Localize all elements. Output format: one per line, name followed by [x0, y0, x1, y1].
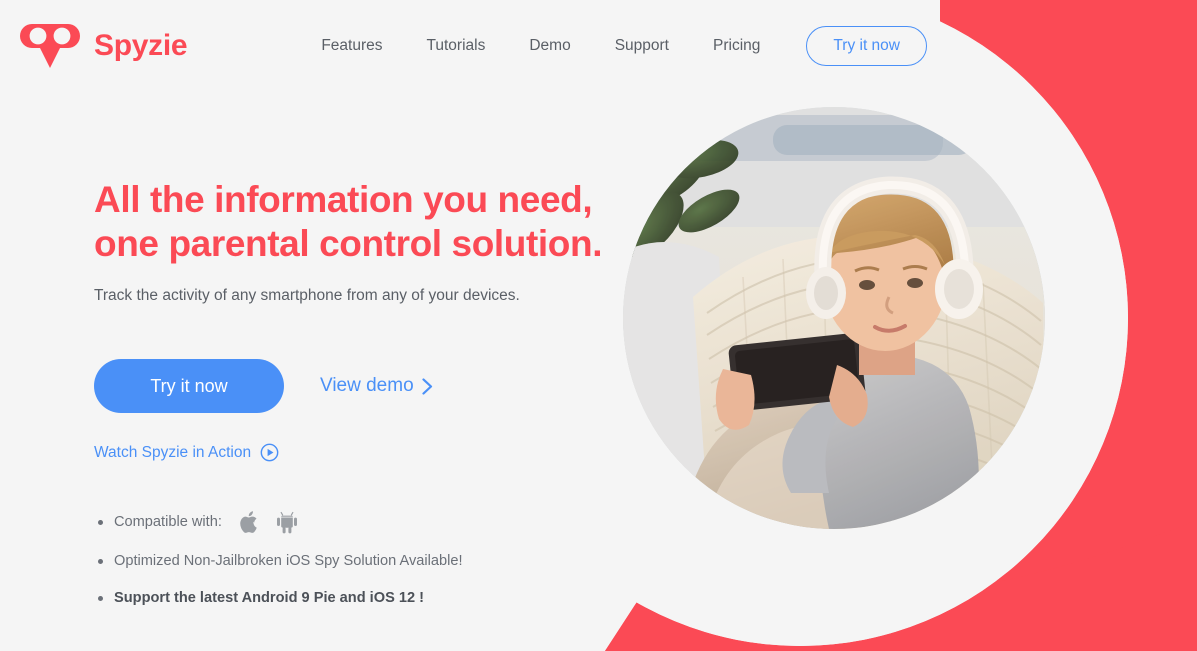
hero-title: All the information you need, one parent…: [94, 178, 614, 265]
spyzie-owl-eyes-logo-icon: [20, 24, 80, 68]
feature-item-label: Compatible with:: [114, 513, 222, 530]
brand-name: Spyzie: [94, 29, 188, 62]
feature-list: Compatible with: Optimized Non-Jailbroke…: [94, 510, 614, 608]
apple-icon: [240, 511, 257, 533]
nav-item-tutorials[interactable]: Tutorials: [404, 30, 507, 62]
nav-item-support[interactable]: Support: [593, 30, 691, 62]
nav-try-it-now-button[interactable]: Try it now: [806, 26, 927, 66]
view-demo-label: View demo: [320, 375, 414, 396]
main-navigation: Features Tutorials Demo Support Pricing …: [299, 26, 927, 66]
hero-title-line-1: All the information you need,: [94, 179, 593, 220]
landing-page: Spyzie Features Tutorials Demo Support P…: [0, 0, 1197, 651]
feature-item-compatible: Compatible with:: [94, 510, 614, 534]
feature-item-label: Support the latest Android 9 Pie and iOS…: [114, 589, 425, 606]
watch-in-action-link[interactable]: Watch Spyzie in Action: [94, 443, 279, 462]
hero-title-line-2: one parental control solution.: [94, 222, 603, 264]
view-demo-link[interactable]: View demo: [320, 375, 433, 397]
chevron-right-icon: [422, 377, 432, 395]
hero-section: All the information you need, one parent…: [94, 178, 614, 626]
hero-photo: [623, 107, 1045, 529]
site-header: Spyzie Features Tutorials Demo Support P…: [0, 0, 1197, 92]
feature-item-jailbroken: Optimized Non-Jailbroken iOS Spy Solutio…: [94, 552, 614, 571]
android-icon: [276, 511, 297, 534]
feature-item-label: Optimized Non-Jailbroken iOS Spy Solutio…: [114, 553, 463, 569]
hero-cta-row: Try it now View demo: [94, 359, 614, 413]
brand-logo[interactable]: Spyzie: [20, 22, 188, 70]
nav-item-demo[interactable]: Demo: [507, 30, 592, 62]
hero-subtitle: Track the activity of any smartphone fro…: [94, 287, 520, 305]
hero-try-it-now-button[interactable]: Try it now: [94, 359, 284, 413]
play-circle-icon: [260, 443, 279, 462]
os-icon-group: [240, 510, 298, 534]
hero-photo-illustration: [623, 107, 1045, 529]
nav-item-features[interactable]: Features: [299, 30, 404, 62]
feature-item-latest-os: Support the latest Android 9 Pie and iOS…: [94, 589, 614, 608]
nav-item-pricing[interactable]: Pricing: [691, 30, 782, 62]
watch-in-action-label: Watch Spyzie in Action: [94, 443, 252, 461]
